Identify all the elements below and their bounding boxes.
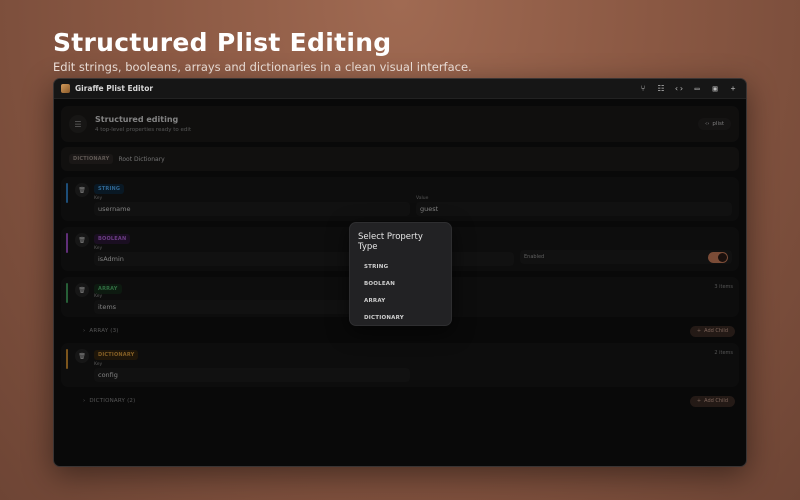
tree-icon[interactable]: ☷ [655, 83, 667, 95]
branch-icon[interactable]: ⑂ [637, 83, 649, 95]
option-array[interactable]: ARRAY [358, 292, 443, 309]
option-boolean[interactable]: BOOLEAN [358, 275, 443, 292]
app-icon [61, 84, 70, 93]
plus-icon[interactable]: + [727, 83, 739, 95]
save-icon[interactable]: ▣ [709, 83, 721, 95]
popover-title: Select Property Type [358, 232, 423, 252]
folder-icon[interactable]: ▭ [691, 83, 703, 95]
toolbar-actions: ⑂ ☷ ‹› ▭ ▣ + [637, 83, 739, 95]
option-dictionary[interactable]: DICTIONARY [358, 309, 443, 326]
property-type-popover: Select Property Type STRING BOOLEAN ARRA… [349, 222, 452, 326]
app-window: Giraffe Plist Editor ⑂ ☷ ‹› ▭ ▣ + ☰ Stru… [53, 78, 747, 467]
hero-subtitle: Edit strings, booleans, arrays and dicti… [53, 60, 472, 74]
hero-title: Structured Plist Editing [53, 28, 392, 57]
option-string[interactable]: STRING [358, 258, 443, 275]
title-bar: Giraffe Plist Editor ⑂ ☷ ‹› ▭ ▣ + [54, 79, 746, 99]
code-icon[interactable]: ‹› [673, 83, 685, 95]
window-title: Giraffe Plist Editor [75, 84, 154, 93]
